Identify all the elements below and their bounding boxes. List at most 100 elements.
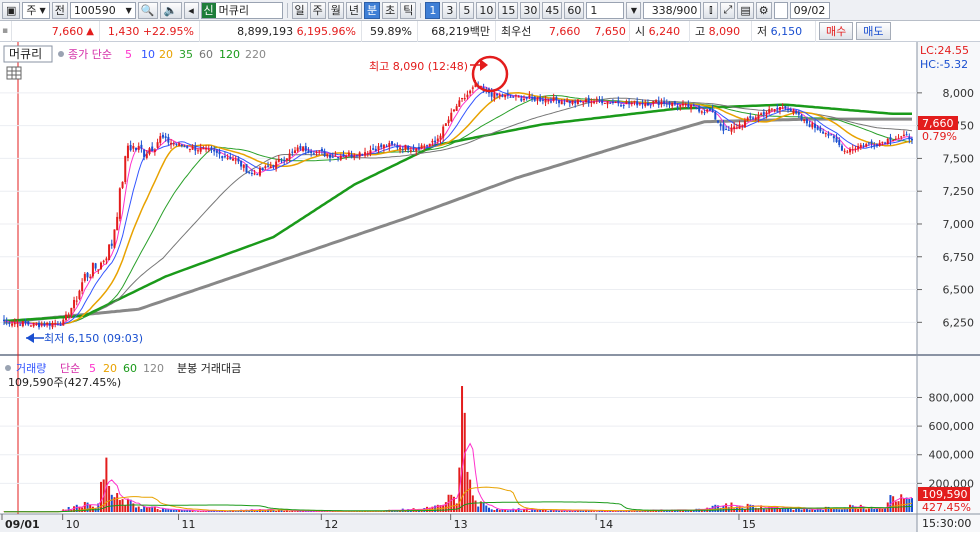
period-tab-second[interactable]: 초: [382, 2, 398, 19]
interval-60[interactable]: 60: [564, 2, 584, 19]
chevron-down-icon: ▼: [126, 6, 132, 15]
interval-3[interactable]: 3: [442, 2, 457, 19]
candle-body: [111, 244, 113, 246]
candle-body: [423, 146, 425, 147]
volume-bar: [130, 500, 132, 512]
interval-30[interactable]: 30: [520, 2, 540, 19]
candle-body: [30, 326, 32, 327]
interval-15[interactable]: 15: [498, 2, 518, 19]
count-box[interactable]: 338/900: [643, 2, 701, 19]
divider: [420, 3, 421, 18]
candle-body: [359, 152, 361, 156]
candle-body: [375, 149, 377, 151]
candle-body: [294, 150, 296, 153]
candle-body: [577, 99, 579, 104]
volume-bar: [520, 511, 522, 512]
volume-tag-text: 109,590: [922, 488, 968, 501]
sell-button[interactable]: 매도: [856, 22, 890, 40]
volume-bar: [908, 499, 910, 512]
chart-area[interactable]: 6,2506,5006,7507,0007,2507,5007,7508,000…: [0, 42, 980, 532]
candle-body: [68, 315, 70, 317]
quote-icon-cell: ▪: [0, 21, 12, 42]
volume-bar: [119, 500, 121, 512]
candle-settings-button[interactable]: ⫾: [703, 2, 718, 19]
interval-1[interactable]: 1: [425, 2, 440, 19]
candle-body: [418, 147, 420, 149]
candle-body: [205, 148, 207, 150]
candle-body: [755, 117, 757, 119]
candle-body: [881, 142, 883, 143]
buy-button[interactable]: 매수: [819, 22, 853, 40]
candle-body: [410, 150, 412, 151]
candle-body: [224, 156, 226, 157]
candle-body: [466, 95, 468, 97]
period-tab-month[interactable]: 월: [328, 2, 344, 19]
candle-body: [353, 156, 355, 157]
candle-body: [348, 153, 350, 156]
candle-body: [510, 97, 512, 98]
price-tick-label: 7,000: [943, 218, 975, 231]
custom-interval-input[interactable]: 1: [586, 2, 624, 19]
candle-body: [151, 147, 153, 152]
candle-body: [496, 94, 498, 96]
search-button[interactable]: 🔍: [138, 2, 158, 19]
volume-bar: [876, 509, 878, 512]
interval-10[interactable]: 10: [476, 2, 496, 19]
price-chart[interactable]: 6,2506,5006,7507,0007,2507,5007,7508,000…: [0, 42, 980, 532]
candle-body: [555, 97, 557, 100]
mode-select[interactable]: 주▼: [22, 2, 49, 19]
sound-button[interactable]: 🔈: [160, 2, 182, 19]
candle-body: [175, 144, 177, 145]
settings-button[interactable]: ⚙: [756, 2, 772, 19]
candle-body: [604, 103, 606, 104]
price-tick-label: 7,500: [943, 152, 975, 165]
draw-tool-button[interactable]: ⤢: [720, 2, 735, 19]
legend-dot-icon: [5, 365, 11, 371]
volume-bar: [747, 504, 749, 512]
stock-name: 머큐리: [216, 2, 249, 18]
date-checkbox[interactable]: [774, 2, 788, 19]
interval-45[interactable]: 45: [542, 2, 562, 19]
candle-body: [219, 152, 221, 154]
volume-bar: [782, 508, 784, 512]
candle-body: [588, 98, 590, 103]
save-button[interactable]: ▤: [737, 2, 753, 19]
candle-body: [825, 133, 827, 134]
candle-body: [720, 124, 722, 126]
chart-table-icon[interactable]: [7, 67, 21, 79]
period-tab-tick[interactable]: 틱: [400, 2, 416, 19]
period-tab-year[interactable]: 년: [346, 2, 362, 19]
volume-bar: [157, 509, 159, 512]
custom-interval-dropdown[interactable]: ▼: [626, 2, 641, 19]
volume-bar: [631, 511, 633, 512]
candle-body: [854, 149, 856, 150]
period-tab-week[interactable]: 주: [310, 2, 326, 19]
candle-body: [113, 229, 115, 247]
interval-5[interactable]: 5: [459, 2, 474, 19]
candle-body: [792, 110, 794, 113]
candle-body: [539, 97, 541, 101]
prev-button[interactable]: ◂: [184, 2, 199, 19]
volume-bar: [755, 508, 757, 512]
stock-code-input[interactable]: 100590▼: [70, 2, 136, 19]
stock-name-box[interactable]: 신머큐리: [201, 2, 283, 19]
candle-body: [895, 139, 897, 140]
volume-bar: [78, 507, 80, 512]
candle-body: [127, 146, 129, 158]
save-icon: ▤: [740, 4, 750, 17]
custom-interval-value: 1: [590, 4, 597, 17]
candle-body: [766, 112, 768, 114]
candle-body: [757, 115, 759, 119]
candle-body: [167, 137, 169, 143]
volume-bar: [485, 506, 487, 512]
date-input[interactable]: 09/02: [790, 2, 830, 19]
period-tab-minute[interactable]: 분: [364, 2, 380, 19]
candle-body: [873, 145, 875, 146]
prefix-button[interactable]: 전: [52, 2, 68, 19]
toolbar-button[interactable]: ▣: [2, 2, 20, 19]
price-tick-label: 6,750: [943, 251, 975, 264]
candle-body: [351, 154, 353, 156]
period-tab-day[interactable]: 일: [292, 2, 308, 19]
candle-body: [865, 144, 867, 147]
low-cell: 저 6,150: [752, 21, 816, 42]
